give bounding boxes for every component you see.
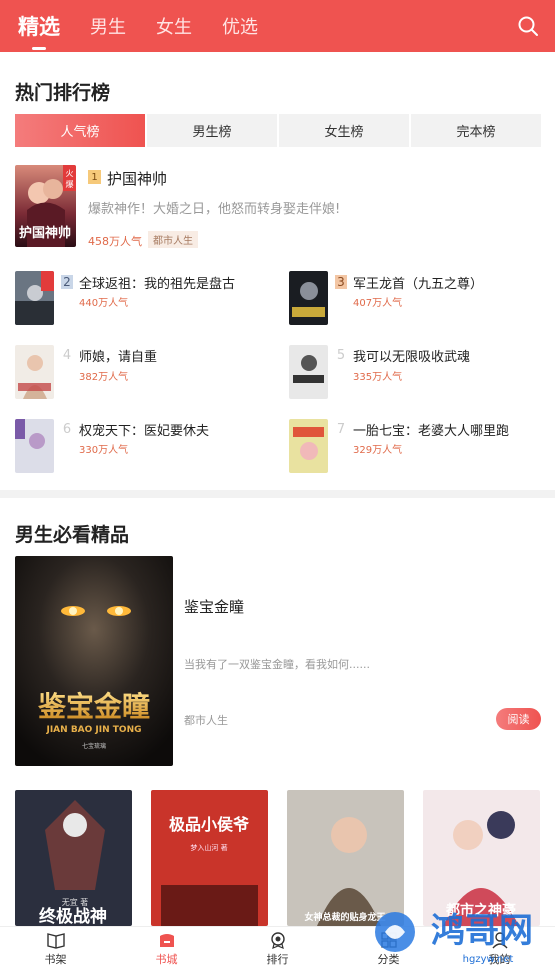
rank-badge-2: 2	[61, 275, 73, 289]
rank-number-7: 7	[336, 421, 346, 437]
featured-cover-title: 鉴宝金瞳	[37, 690, 150, 723]
top-header: 精选 男生 女生 优选	[0, 0, 555, 52]
watermark-url: hgzyw.net	[463, 954, 514, 965]
watermark-text: 鸿哥网	[431, 911, 533, 951]
rank-number-4: 4	[62, 347, 72, 363]
svg-text:爆: 爆	[66, 179, 74, 189]
tab-premium[interactable]: 优选	[222, 13, 258, 39]
book-cover-rank-3[interactable]	[289, 271, 328, 325]
rank-tab-male[interactable]: 男生榜	[147, 114, 277, 147]
rank-5-title[interactable]: 我可以无限吸收武魂	[353, 346, 470, 365]
rank-7-popularity: 329万人气	[353, 445, 403, 456]
book-cover-rank-2[interactable]	[15, 271, 54, 325]
svg-text:火: 火	[66, 169, 74, 178]
hot-rank-title: 热门排行榜	[15, 82, 111, 104]
rank-3-popularity: 407万人气	[353, 298, 403, 309]
rank-3-title[interactable]: 军王龙首（九五之尊）	[353, 273, 483, 292]
rank-5-popularity: 335万人气	[353, 372, 403, 383]
featured-book-cover[interactable]: 鉴宝金瞳 JIAN BAO JIN TONG 七宝琉璃	[15, 556, 173, 766]
tab-female[interactable]: 女生	[156, 13, 192, 39]
rank-4-title[interactable]: 师娘，请自重	[79, 346, 157, 365]
book-cover-row-1[interactable]: 无宜 著终极战神	[15, 790, 132, 926]
rank-2-popularity: 440万人气	[79, 298, 129, 309]
rank-tab-completed[interactable]: 完本榜	[411, 114, 541, 147]
book-cover-rank-7[interactable]	[289, 419, 328, 473]
rank-tab-popular[interactable]: 人气榜	[15, 114, 145, 147]
book-cover-rank-6[interactable]	[15, 419, 54, 473]
book-open-icon	[46, 932, 65, 949]
rank-6-title[interactable]: 权宠天下：医妃要休夫	[79, 420, 209, 439]
rank-2-title[interactable]: 全球返祖：我的祖先是盘古	[79, 273, 235, 292]
rank-badge-1: 1	[88, 170, 101, 184]
book-cover-rank-5[interactable]	[289, 345, 328, 399]
nav-bookshelf[interactable]: 书架	[0, 927, 111, 970]
rank-number-5: 5	[336, 347, 346, 363]
search-icon[interactable]	[517, 15, 539, 37]
featured-section-title: 男生必看精品	[15, 524, 130, 546]
site-watermark: 鸿哥网 hgzyw.net	[370, 900, 555, 970]
featured-book-title[interactable]: 鉴宝金瞳	[184, 596, 244, 617]
read-button[interactable]: 阅读	[496, 708, 541, 730]
rank-1-description: 爆款神作！大婚之日，他怒而转身娶走伴娘!	[88, 202, 341, 217]
store-icon	[159, 933, 174, 947]
featured-book-description: 当我有了一双鉴宝金瞳，看我如何......	[184, 658, 370, 671]
row-cover-2-author: 梦入山河 著	[190, 843, 227, 852]
rank-1-title[interactable]: 护国神帅	[107, 168, 167, 189]
nav-ranking-label: 排行	[266, 952, 289, 966]
row-cover-1-title: 终极战神	[39, 906, 107, 926]
rank-badge-3: 3	[335, 275, 347, 289]
rank-tabs: 人气榜 男生榜 女生榜 完本榜	[15, 114, 541, 147]
svg-text:护国神帅: 护国神帅	[19, 225, 71, 241]
rank-tab-female[interactable]: 女生榜	[279, 114, 409, 147]
book-cover-row-2[interactable]: 极品小侯爷梦入山河 著	[151, 790, 268, 926]
nav-bookstore[interactable]: 书城	[111, 927, 222, 970]
featured-cover-author: 七宝琉璃	[82, 742, 106, 750]
medal-icon	[270, 931, 285, 949]
nav-ranking[interactable]: 排行	[222, 927, 333, 970]
row-cover-2-title: 极品小侯爷	[169, 815, 250, 834]
rank-7-title[interactable]: 一胎七宝：老婆大人哪里跑	[353, 420, 509, 439]
book-cover-rank-1[interactable]: 火 爆 护国神帅	[15, 165, 76, 247]
rank-number-6: 6	[62, 421, 72, 437]
featured-book-category: 都市人生	[184, 714, 228, 727]
rank-6-popularity: 330万人气	[79, 445, 129, 456]
book-cover-rank-4[interactable]	[15, 345, 54, 399]
rank-1-category-tag: 都市人生	[148, 231, 198, 248]
nav-bookstore-label: 书城	[155, 952, 178, 966]
nav-bookshelf-label: 书架	[44, 952, 67, 966]
tab-featured[interactable]: 精选	[18, 11, 60, 41]
rank-4-popularity: 382万人气	[79, 372, 129, 383]
tab-male[interactable]: 男生	[90, 13, 126, 39]
section-divider	[0, 490, 555, 498]
featured-cover-pinyin: JIAN BAO JIN TONG	[45, 725, 141, 735]
rank-1-popularity: 458万人气	[88, 235, 142, 248]
row-cover-1-author: 无宜 著	[62, 897, 89, 907]
